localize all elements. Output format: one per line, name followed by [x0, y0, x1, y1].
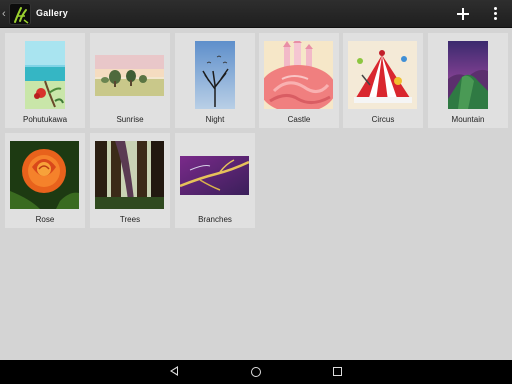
- paint-brush-app-icon[interactable]: [9, 3, 31, 25]
- gallery-item-label: Mountain: [451, 115, 485, 124]
- recents-square-icon[interactable]: [333, 367, 342, 376]
- app-title: Gallery: [36, 8, 68, 18]
- gallery-item-label: Night: [205, 115, 225, 124]
- chevron-left-icon[interactable]: ‹: [2, 7, 6, 21]
- castle-thumbnail: [264, 41, 333, 109]
- rose-thumbnail: [10, 141, 79, 209]
- mountain-thumbnail: [448, 41, 488, 109]
- gallery-item-label: Trees: [119, 215, 141, 224]
- plus-icon[interactable]: [455, 6, 471, 22]
- more-vert-icon[interactable]: [490, 7, 500, 21]
- home-circle-icon[interactable]: [251, 367, 261, 377]
- gallery-item-label: Castle: [287, 115, 311, 124]
- sunrise-thumbnail: [95, 55, 164, 96]
- action-bar: ‹ Gallery: [0, 0, 512, 28]
- gallery-item-circus[interactable]: Circus: [343, 33, 423, 128]
- gallery-item-rose[interactable]: Rose: [5, 133, 85, 228]
- gallery-item-label: Sunrise: [116, 115, 144, 124]
- gallery-item-night[interactable]: Night: [175, 33, 255, 128]
- gallery-item-label: Branches: [198, 215, 232, 224]
- gallery-item-pohutukawa[interactable]: Pohutukawa: [5, 33, 85, 128]
- gallery-item-mountain[interactable]: Mountain: [428, 33, 508, 128]
- system-navigation-bar: [0, 360, 512, 384]
- gallery-item-label: Rose: [35, 215, 55, 224]
- gallery-item-sunrise[interactable]: Sunrise: [90, 33, 170, 128]
- night-thumbnail: [195, 41, 235, 109]
- gallery-item-label: Pohutukawa: [22, 115, 68, 124]
- back-triangle-icon[interactable]: [170, 366, 178, 376]
- branches-thumbnail: [180, 156, 249, 195]
- pohutukawa-thumbnail: [25, 41, 65, 109]
- circus-thumbnail: [348, 41, 417, 109]
- trees-thumbnail: [95, 141, 164, 209]
- gallery-item-trees[interactable]: Trees: [90, 133, 170, 228]
- gallery-item-branches[interactable]: Branches: [175, 133, 255, 228]
- gallery-item-label: Circus: [371, 115, 395, 124]
- gallery-item-castle[interactable]: Castle: [259, 33, 339, 128]
